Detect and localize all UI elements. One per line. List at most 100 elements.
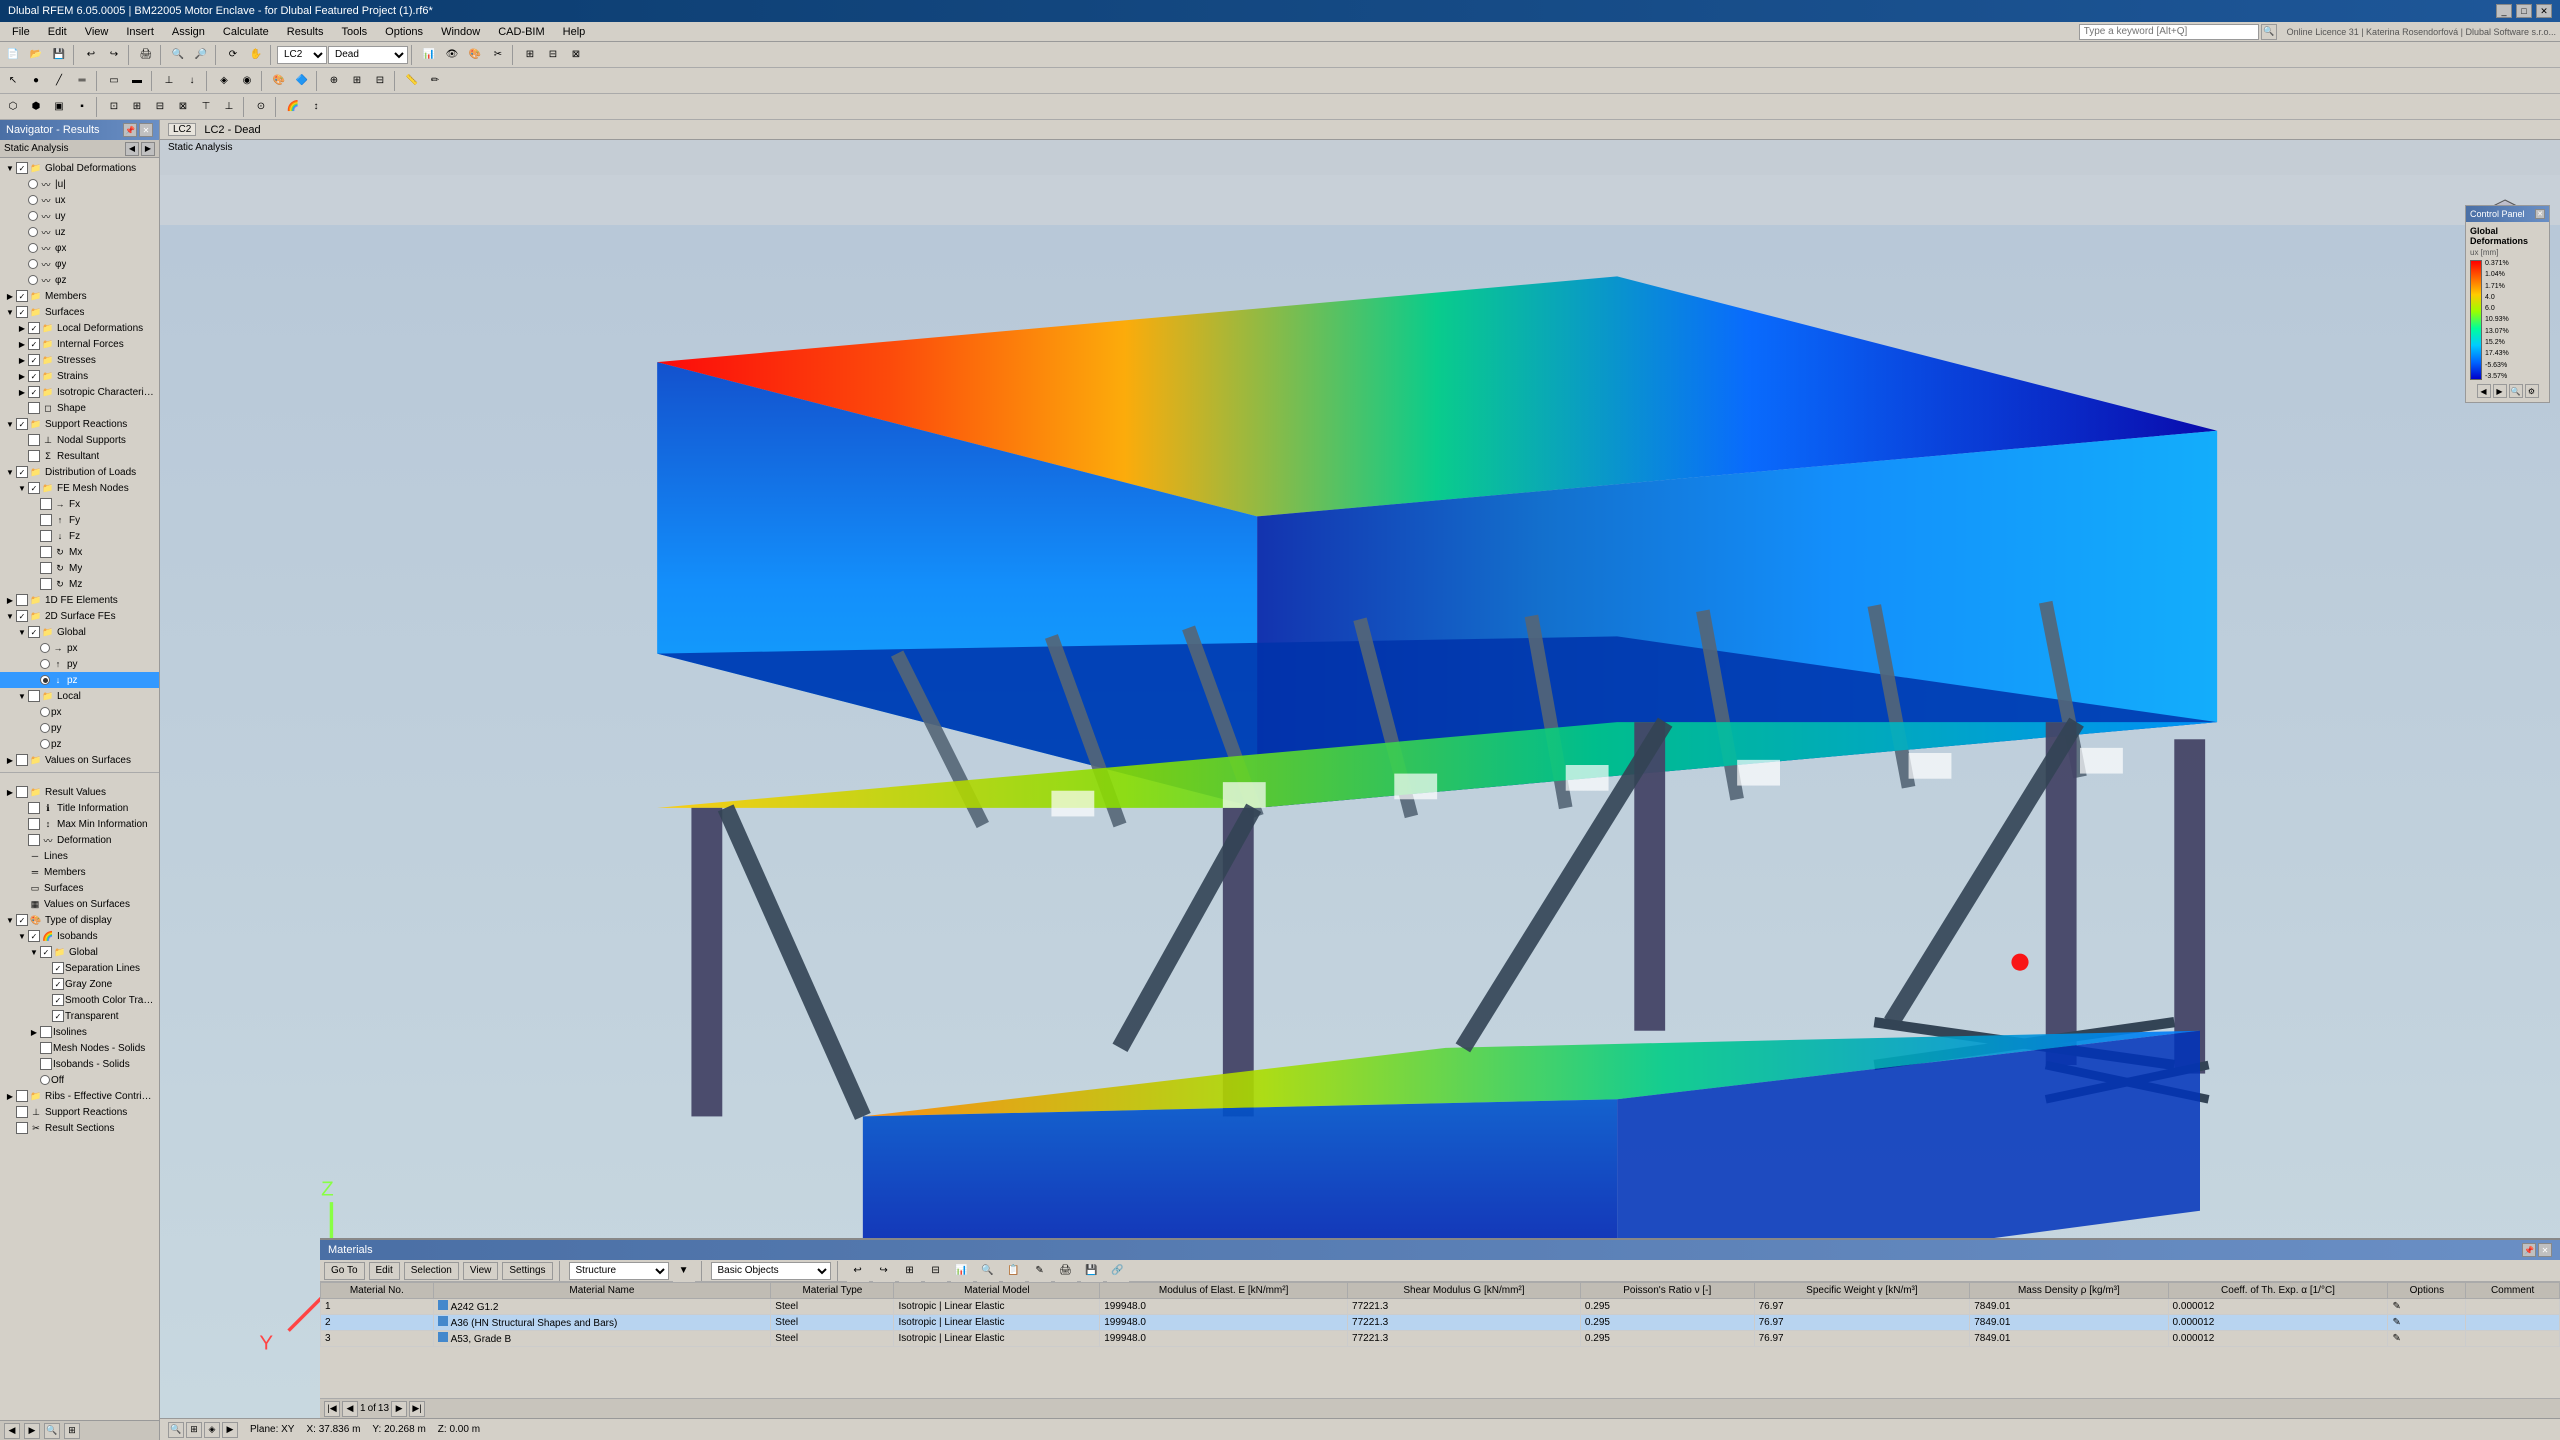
- checkbox-members[interactable]: [16, 290, 28, 302]
- nav-expand-button[interactable]: ◀: [125, 142, 139, 156]
- checkbox-gray-zone[interactable]: [52, 978, 64, 990]
- menu-window[interactable]: Window: [433, 24, 488, 40]
- checkbox-support-reactions-2[interactable]: [16, 1106, 28, 1118]
- tree-item-global-2d[interactable]: ▼ 📁 Global: [0, 624, 159, 640]
- view-top[interactable]: ⊤: [195, 96, 217, 118]
- toggle-global-2d[interactable]: ▼: [16, 626, 28, 638]
- tree-item-isobands[interactable]: ▼ 🌈 Isobands: [0, 928, 159, 944]
- rotate-button[interactable]: ⟳: [222, 44, 244, 66]
- status-btn-1[interactable]: 🔍: [168, 1422, 184, 1438]
- tree-item-local-def[interactable]: ▶ 📁 Local Deformations: [0, 320, 159, 336]
- checkbox-resultant[interactable]: [28, 450, 40, 462]
- col-coeff-th-exp[interactable]: Coeff. of Th. Exp. α [1/°C]: [2168, 1283, 2388, 1299]
- toggle-internal[interactable]: ▶: [16, 338, 28, 350]
- checkbox-val-surf[interactable]: [16, 754, 28, 766]
- tree-item-py[interactable]: 〰 φy: [0, 256, 159, 272]
- tree-item-strains[interactable]: ▶ 📁 Strains: [0, 368, 159, 384]
- display-mode-3[interactable]: ▣: [48, 96, 70, 118]
- pan-button[interactable]: ✋: [245, 44, 267, 66]
- nav-bottom-btn-1[interactable]: ◀: [4, 1423, 20, 1439]
- tree-item-global-deformations[interactable]: ▼ 📁 Global Deformations: [0, 160, 159, 176]
- radio-pz-local[interactable]: [40, 739, 50, 749]
- tree-item-support-reactions-2[interactable]: ⊥ Support Reactions: [0, 1104, 159, 1120]
- toggle-stresses[interactable]: ▶: [16, 354, 28, 366]
- select-button[interactable]: ↖: [2, 70, 24, 92]
- checkbox-global-deformations[interactable]: [16, 162, 28, 174]
- search-button[interactable]: 🔍: [2261, 24, 2277, 40]
- tree-item-separation-lines[interactable]: Separation Lines: [0, 960, 159, 976]
- cell-options[interactable]: ✎: [2388, 1299, 2466, 1315]
- col-specific-weight[interactable]: Specific Weight γ [kN/m³]: [1754, 1283, 1970, 1299]
- checkbox-nodal[interactable]: [28, 434, 40, 446]
- snap-button[interactable]: ⊟: [369, 70, 391, 92]
- fit-all[interactable]: ⊙: [250, 96, 272, 118]
- tree-item-fz[interactable]: ↓ Fz: [0, 528, 159, 544]
- menu-tools[interactable]: Tools: [333, 24, 375, 40]
- display-button[interactable]: ◈: [213, 70, 235, 92]
- checkbox-result-sections[interactable]: [16, 1122, 28, 1134]
- cell-options[interactable]: ✎: [2388, 1331, 2466, 1347]
- tree-item-fx[interactable]: → Fx: [0, 496, 159, 512]
- deform-scale[interactable]: ↕: [305, 96, 327, 118]
- tree-item-pz-2d[interactable]: ↓ pz: [0, 672, 159, 688]
- col-mass-density[interactable]: Mass Density ρ [kg/m³]: [1970, 1283, 2168, 1299]
- checkbox-local-2d[interactable]: [28, 690, 40, 702]
- dead-dropdown[interactable]: Dead Live Wind: [328, 46, 408, 64]
- tree-item-fy[interactable]: ↑ Fy: [0, 512, 159, 528]
- checkbox-surfaces[interactable]: [16, 306, 28, 318]
- col-options[interactable]: Options: [2388, 1283, 2466, 1299]
- toggle-local-2d[interactable]: ▼: [16, 690, 28, 702]
- table-row[interactable]: 1 A242 G1.2 Steel Isotropic | Linear Ela…: [321, 1299, 2560, 1315]
- maximize-button[interactable]: □: [2516, 4, 2532, 18]
- tree-item-distribution-loads[interactable]: ▼ 📁 Distribution of Loads: [0, 464, 159, 480]
- radio-py-2d[interactable]: [40, 659, 50, 669]
- zoom-in-button[interactable]: 🔍: [167, 44, 189, 66]
- radio-uz[interactable]: [28, 227, 38, 237]
- toggle-dist[interactable]: ▼: [4, 466, 16, 478]
- selection-button[interactable]: Selection: [404, 1262, 459, 1280]
- panel-pin-button[interactable]: 📌: [2522, 1243, 2536, 1257]
- menu-help[interactable]: Help: [555, 24, 594, 40]
- tree-item-surfaces[interactable]: ▼ 📁 Surfaces: [0, 304, 159, 320]
- checkbox-dist[interactable]: [16, 466, 28, 478]
- col-poissons-ratio[interactable]: Poisson's Ratio ν [-]: [1580, 1283, 1754, 1299]
- toggle-2d[interactable]: ▼: [4, 610, 16, 622]
- search-input[interactable]: [2079, 24, 2259, 40]
- tree-item-2d-surface[interactable]: ▼ 📁 2D Surface FEs: [0, 608, 159, 624]
- tree-item-shape[interactable]: ◻ Shape: [0, 400, 159, 416]
- minimize-button[interactable]: _: [2496, 4, 2512, 18]
- radio-px-local[interactable]: [40, 707, 50, 717]
- table-toolbar-btn-9[interactable]: 🖨: [1055, 1260, 1077, 1282]
- toggle-strains[interactable]: ▶: [16, 370, 28, 382]
- tree-item-isotropic[interactable]: ▶ 📁 Isotropic Characteristics: [0, 384, 159, 400]
- tree-item-mx[interactable]: ↻ Mx: [0, 544, 159, 560]
- menu-calculate[interactable]: Calculate: [215, 24, 277, 40]
- structure-dropdown[interactable]: Structure: [569, 1262, 669, 1280]
- toolbar-measure[interactable]: 📏: [401, 70, 423, 92]
- table-toolbar-btn-2[interactable]: ↪: [873, 1260, 895, 1282]
- menu-view[interactable]: View: [77, 24, 117, 40]
- member-button[interactable]: ═: [71, 70, 93, 92]
- radio-uy[interactable]: [28, 211, 38, 221]
- checkbox-fy[interactable]: [40, 514, 52, 526]
- radio-px[interactable]: [28, 243, 38, 253]
- radio-py[interactable]: [28, 259, 38, 269]
- toolbar-annotate[interactable]: ✏: [424, 70, 446, 92]
- redo-button[interactable]: ↪: [103, 44, 125, 66]
- table-toolbar-btn-6[interactable]: 🔍: [977, 1260, 999, 1282]
- toggle-val-surf[interactable]: ▶: [4, 754, 16, 766]
- toggle-support[interactable]: ▼: [4, 418, 16, 430]
- tree-item-local-2d[interactable]: ▼ 📁 Local: [0, 688, 159, 704]
- view-back[interactable]: ⊞: [126, 96, 148, 118]
- menu-cad-bim[interactable]: CAD-BIM: [490, 24, 552, 40]
- tree-item-py-local[interactable]: py: [0, 720, 159, 736]
- tree-item-fe-mesh[interactable]: ▼ 📁 FE Mesh Nodes: [0, 480, 159, 496]
- display-mode-2[interactable]: ⬢: [25, 96, 47, 118]
- checkbox-internal[interactable]: [28, 338, 40, 350]
- table-toolbar-btn-11[interactable]: 🔗: [1107, 1260, 1129, 1282]
- col-modulus-elast[interactable]: Modulus of Elast. E [kN/mm²]: [1100, 1283, 1348, 1299]
- tree-item-smooth-color[interactable]: Smooth Color Transition: [0, 992, 159, 1008]
- edit-button[interactable]: Edit: [369, 1262, 400, 1280]
- tb-btn-view[interactable]: 👁: [441, 44, 463, 66]
- close-button[interactable]: ✕: [2536, 4, 2552, 18]
